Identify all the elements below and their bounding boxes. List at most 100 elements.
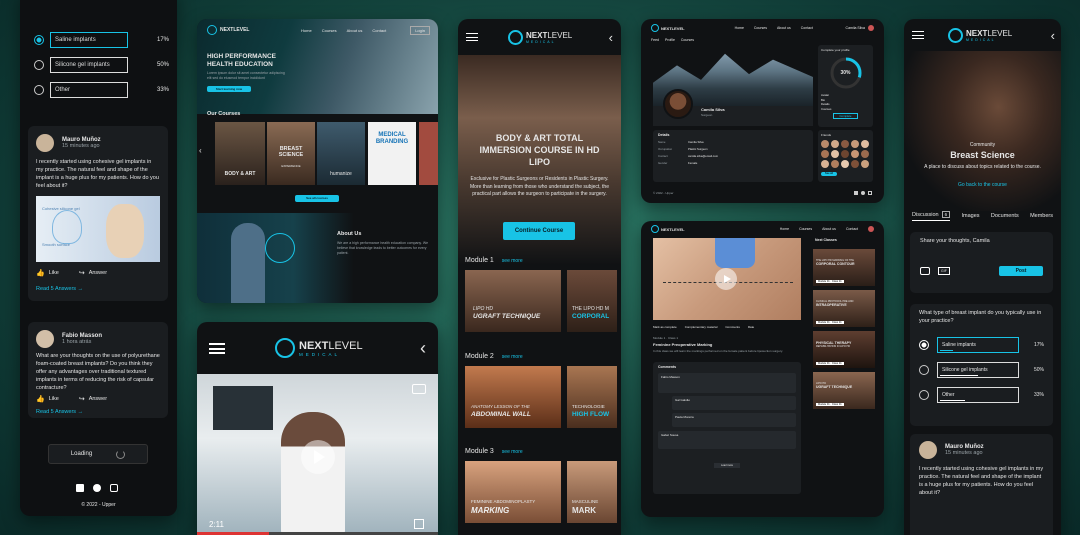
see-more-link[interactable]: see more bbox=[502, 258, 523, 264]
radio-icon[interactable] bbox=[919, 365, 929, 375]
lesson-card[interactable]: FEMININE ABDOMINOPLASTY MARKING bbox=[465, 461, 561, 523]
nav-link-contact[interactable]: Contact bbox=[372, 28, 386, 33]
chevron-left-icon[interactable]: ‹ bbox=[609, 30, 613, 45]
tab-documents[interactable]: Documents bbox=[991, 213, 1019, 219]
friend-avatar[interactable] bbox=[841, 140, 849, 148]
comment-author[interactable]: Fabio Masson bbox=[661, 375, 680, 379]
logo-icon[interactable] bbox=[275, 338, 295, 358]
menu-icon[interactable] bbox=[912, 31, 924, 39]
friend-avatar[interactable] bbox=[821, 140, 829, 148]
facebook-icon[interactable] bbox=[93, 484, 101, 492]
friend-avatar[interactable] bbox=[831, 140, 839, 148]
see-all-courses-button[interactable]: See all courses bbox=[295, 195, 339, 202]
instagram-icon[interactable] bbox=[110, 484, 118, 492]
lesson-card[interactable]: TECHNOLOGIE HIGH FLOW bbox=[567, 366, 617, 428]
class-card[interactable]: THE LIPO HD MARKING OF THE CORPORAL CONTO… bbox=[813, 249, 875, 286]
class-card[interactable]: PHYSICAL THERAPY REHABILITATION IN LIPO H… bbox=[813, 331, 875, 368]
radio-icon[interactable] bbox=[919, 390, 929, 400]
see-more-link[interactable]: see more bbox=[502, 354, 523, 360]
friend-avatar[interactable] bbox=[861, 140, 869, 148]
nav-link-home[interactable]: Home bbox=[780, 227, 789, 231]
continue-course-button[interactable]: Continue Course bbox=[503, 222, 575, 240]
friend-avatar[interactable] bbox=[861, 150, 869, 158]
hero-cta-button[interactable]: Start learning now bbox=[207, 86, 251, 92]
radio-icon[interactable] bbox=[34, 35, 44, 45]
chevron-left-icon[interactable]: ‹ bbox=[1051, 28, 1055, 43]
nav-link-about[interactable]: About us bbox=[777, 26, 791, 30]
comment-author[interactable]: Paula Moreira bbox=[675, 415, 694, 419]
instagram-icon[interactable] bbox=[868, 191, 872, 195]
nav-link-contact[interactable]: Contact bbox=[801, 26, 813, 30]
lesson-card[interactable]: LIPO HD UGRAFT TECHNIQUE bbox=[465, 270, 561, 332]
complementary-material-button[interactable]: Complementary material bbox=[685, 325, 718, 329]
avatar[interactable] bbox=[36, 134, 54, 152]
loading-button[interactable]: Loading bbox=[48, 444, 148, 464]
radio-icon[interactable] bbox=[34, 60, 44, 70]
lesson-card[interactable]: ANATOMY LESSON OF THE ABDOMINAL WALL bbox=[465, 366, 561, 428]
avatar[interactable] bbox=[663, 89, 693, 119]
logo-icon[interactable] bbox=[651, 24, 659, 32]
chevron-left-icon[interactable]: ‹ bbox=[199, 146, 202, 155]
logo-icon[interactable] bbox=[508, 29, 523, 45]
fullscreen-icon[interactable] bbox=[414, 519, 424, 529]
nav-link-about[interactable]: About us bbox=[822, 227, 836, 231]
poll-option[interactable]: Other 33% bbox=[34, 82, 169, 98]
course-card[interactable]: BREAST SCIENCE EXPERIENCE bbox=[267, 122, 315, 185]
comment-author[interactable]: Isabel Sousa bbox=[661, 433, 678, 437]
radio-icon[interactable] bbox=[919, 340, 929, 350]
tab-discussion[interactable]: Discussion 6 bbox=[912, 211, 951, 221]
nav-link-courses[interactable]: Courses bbox=[799, 227, 812, 231]
like-icon[interactable]: 👍 bbox=[36, 395, 45, 403]
tab-courses[interactable]: Courses bbox=[681, 38, 694, 42]
nav-link-contact[interactable]: Contact bbox=[846, 227, 858, 231]
tab-images[interactable]: Images bbox=[961, 213, 979, 219]
nav-link-about[interactable]: About us bbox=[347, 28, 363, 33]
poll-option[interactable]: Saline implants 17% bbox=[34, 32, 169, 48]
lesson-card[interactable]: MASCULINE MARK bbox=[567, 461, 617, 523]
friend-avatar[interactable] bbox=[821, 160, 829, 168]
friend-avatar[interactable] bbox=[851, 160, 859, 168]
post-button[interactable]: Post bbox=[999, 266, 1043, 276]
play-icon[interactable] bbox=[715, 268, 737, 290]
mark-complete-button[interactable]: Mark as complete bbox=[653, 325, 677, 329]
lesson-card[interactable]: THE LIPO HD M CORPORAL bbox=[567, 270, 617, 332]
camera-icon[interactable] bbox=[920, 267, 930, 275]
logo-icon[interactable] bbox=[651, 225, 659, 233]
avatar[interactable] bbox=[868, 226, 874, 232]
menu-icon[interactable] bbox=[209, 342, 225, 354]
nav-link-courses[interactable]: Courses bbox=[754, 26, 767, 30]
poll-option[interactable]: Silicone gel implants 50% bbox=[34, 57, 169, 73]
read-answers-link[interactable]: Read 5 Answers → bbox=[36, 286, 160, 292]
tab-feed[interactable]: Feed bbox=[651, 38, 659, 42]
nav-link-courses[interactable]: Courses bbox=[322, 28, 337, 33]
answer-button[interactable]: Answer bbox=[89, 270, 107, 276]
read-answers-link[interactable]: Read 5 Answers → bbox=[36, 409, 160, 415]
poll-option[interactable]: Silicone gel implants 50% bbox=[919, 362, 1044, 378]
linkedin-icon[interactable] bbox=[76, 484, 84, 492]
gif-button[interactable]: GIF bbox=[938, 267, 950, 275]
friend-avatar[interactable] bbox=[841, 150, 849, 158]
back-to-course-link[interactable]: Go back to the course bbox=[904, 182, 1061, 188]
chevron-left-icon[interactable]: ‹ bbox=[420, 338, 426, 359]
logo-icon[interactable] bbox=[948, 27, 963, 43]
like-button[interactable]: Like bbox=[49, 396, 59, 402]
nav-link-home[interactable]: Home bbox=[301, 28, 312, 33]
video-player[interactable]: 2:11 bbox=[197, 374, 438, 535]
class-card[interactable]: LIPO HD UGRAFT TECHNIQUE Module 01 · Class… bbox=[813, 372, 875, 409]
play-icon[interactable] bbox=[301, 440, 335, 474]
comments-button[interactable]: Comments bbox=[725, 325, 740, 329]
avatar[interactable] bbox=[919, 441, 937, 459]
friend-avatar[interactable] bbox=[841, 160, 849, 168]
composer-input[interactable]: Share your thoughts, Camila bbox=[920, 238, 1043, 244]
friend-avatar[interactable] bbox=[821, 150, 829, 158]
like-button[interactable]: Like bbox=[49, 270, 59, 276]
avatar[interactable] bbox=[868, 25, 874, 31]
friend-avatar[interactable] bbox=[851, 140, 859, 148]
share-icon[interactable]: ↪ bbox=[79, 395, 85, 403]
tab-profile[interactable]: Profile bbox=[665, 38, 675, 42]
course-card[interactable]: MEDICAL BRANDING bbox=[368, 122, 416, 185]
facebook-icon[interactable] bbox=[861, 191, 865, 195]
lesson-video[interactable] bbox=[653, 238, 801, 320]
comment-author[interactable]: Gal Galvão bbox=[675, 398, 690, 402]
friend-avatar[interactable] bbox=[861, 160, 869, 168]
